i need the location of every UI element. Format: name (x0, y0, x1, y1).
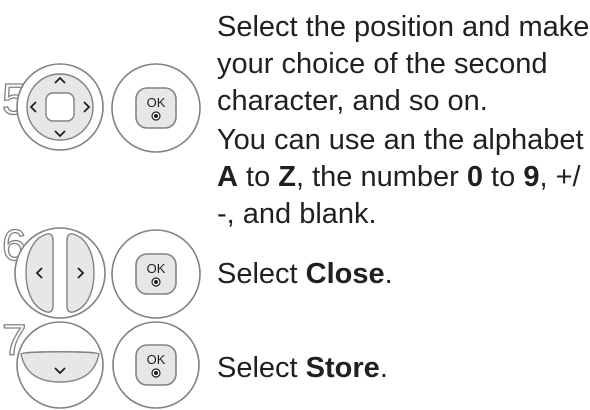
left-right-buttons (14, 227, 106, 319)
ok-button: OK (111, 229, 201, 319)
ok-button: OK (112, 321, 200, 409)
text-line: You can use an the alphabet (217, 124, 584, 156)
navigation-pad (16, 63, 104, 151)
ok-label: OK (147, 95, 166, 110)
bold-term: 9 (523, 161, 540, 193)
ok-label: OK (147, 261, 166, 276)
text-line: Select Store. (217, 352, 388, 384)
text-line: Select the position and make (217, 11, 590, 43)
text-line: Select Close. (217, 258, 393, 290)
bold-term: Store (305, 352, 380, 384)
bold-term: A (217, 161, 238, 193)
bold-term: Close (305, 258, 385, 290)
ok-button: OK (111, 63, 201, 153)
down-button (16, 321, 104, 409)
text-line: character, and so on. (217, 85, 488, 117)
text-line: A to Z, the number 0 to 9, +/ (217, 161, 581, 193)
bold-term: Z (278, 161, 296, 193)
ok-label: OK (147, 352, 166, 367)
text-line: -, and blank. (217, 198, 377, 230)
bold-term: 0 (466, 161, 483, 193)
text-line: your choice of the second (217, 48, 548, 80)
